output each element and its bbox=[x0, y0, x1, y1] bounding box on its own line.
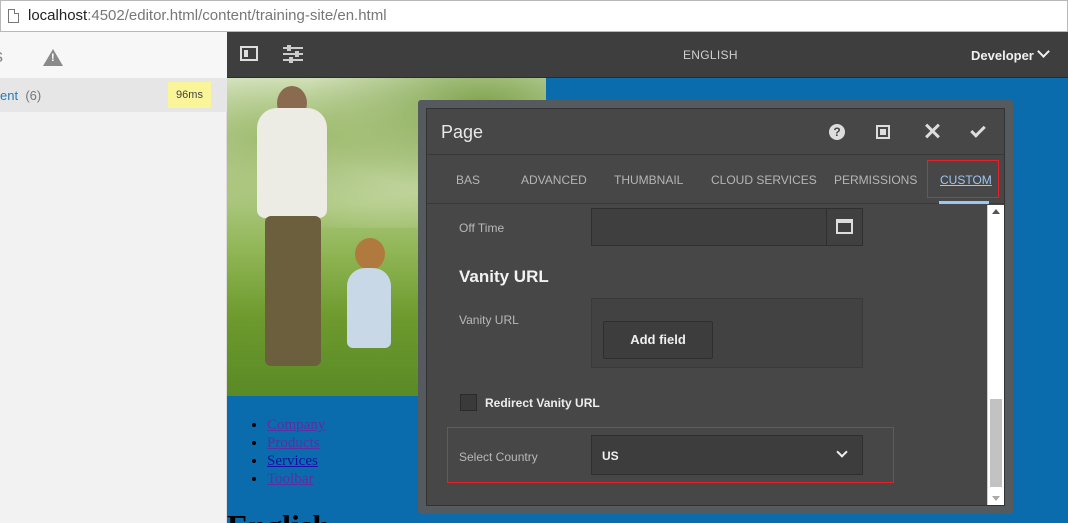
mode-selector[interactable]: Developer bbox=[971, 48, 1034, 63]
chevron-down-icon[interactable] bbox=[1037, 45, 1050, 58]
off-time-label: Off Time bbox=[459, 221, 505, 235]
page-nav: Company Products Services Toolbar bbox=[247, 416, 325, 488]
nav-link-services[interactable]: Services bbox=[267, 453, 318, 469]
side-panel: s ! ent (6) 96ms bbox=[0, 32, 227, 523]
nav-item: Toolbar bbox=[267, 470, 325, 488]
scrollbar-thumb[interactable] bbox=[990, 399, 1002, 487]
page-icon bbox=[8, 9, 19, 23]
country-select[interactable]: US bbox=[591, 435, 863, 475]
side-panel-toolbar: s ! bbox=[0, 32, 227, 78]
country-select-value: US bbox=[602, 449, 619, 463]
nav-link-products[interactable]: Products bbox=[267, 435, 320, 451]
dialog-content: Off Time Vanity URL Vanity URL Add field… bbox=[427, 205, 987, 505]
active-tab-indicator bbox=[939, 201, 989, 204]
url-host: localhost bbox=[28, 7, 88, 24]
vanity-url-multifield: Add field bbox=[591, 298, 863, 368]
scroll-up-icon[interactable] bbox=[992, 209, 1000, 214]
list-item-label[interactable]: ent (6) bbox=[0, 88, 41, 103]
warning-icon[interactable]: ! bbox=[43, 49, 63, 66]
toggle-side-panel-icon[interactable] bbox=[240, 46, 258, 61]
help-icon[interactable]: ? bbox=[829, 124, 845, 140]
fullscreen-icon[interactable] bbox=[876, 125, 890, 139]
list-item-count: (6) bbox=[25, 88, 42, 103]
close-icon[interactable] bbox=[923, 122, 941, 140]
address-bar[interactable]: localhost:4502/editor.html/content/train… bbox=[0, 0, 1068, 32]
page-heading: English bbox=[227, 508, 330, 523]
date-picker-button[interactable] bbox=[826, 209, 862, 245]
vanity-section-title: Vanity URL bbox=[459, 267, 549, 286]
chevron-down-icon bbox=[836, 446, 848, 458]
tab-permissions[interactable]: PERMISSIONS bbox=[834, 173, 917, 187]
page-title: ENGLISH bbox=[683, 48, 738, 62]
vanity-url-label: Vanity URL bbox=[459, 313, 519, 327]
tab-advanced[interactable]: ADVANCED bbox=[521, 173, 587, 187]
dialog-tabs: BAS ADVANCED THUMBNAIL CLOUD SERVICES PE… bbox=[427, 156, 1004, 204]
editor-toolbar: ENGLISH Developer bbox=[227, 32, 1068, 78]
calendar-icon bbox=[836, 219, 853, 234]
scroll-down-icon[interactable] bbox=[992, 496, 1000, 501]
list-item[interactable]: ent (6) 96ms bbox=[0, 78, 227, 112]
nav-link-company[interactable]: Company bbox=[267, 417, 325, 433]
page-properties-icon[interactable] bbox=[283, 45, 303, 63]
select-country-label: Select Country bbox=[459, 450, 538, 464]
nav-item: Products bbox=[267, 434, 325, 452]
tab-cloud-services[interactable]: CLOUD SERVICES bbox=[711, 173, 817, 187]
tab-basic[interactable]: BAS bbox=[456, 173, 480, 187]
nav-item: Company bbox=[267, 416, 325, 434]
redirect-vanity-checkbox[interactable] bbox=[460, 394, 477, 411]
page-properties-dialog: Page ? BAS ADVANCED THUMBNAIL CLOUD SERV… bbox=[426, 108, 1005, 506]
dialog-title: Page bbox=[441, 122, 484, 142]
add-field-button[interactable]: Add field bbox=[603, 321, 713, 359]
tab-thumbnail[interactable]: THUMBNAIL bbox=[614, 173, 683, 187]
dialog-header: Page ? bbox=[427, 109, 1004, 155]
url-text[interactable]: localhost:4502/editor.html/content/train… bbox=[28, 7, 387, 24]
url-path: :4502/editor.html/content/training-site/… bbox=[87, 7, 387, 24]
done-icon[interactable] bbox=[970, 122, 986, 138]
tab-highlight-box bbox=[927, 160, 999, 198]
side-panel-partial-label: s bbox=[0, 46, 3, 67]
dialog-scrollbar[interactable] bbox=[987, 205, 1004, 505]
timing-badge: 96ms bbox=[168, 82, 211, 108]
nav-item: Services bbox=[267, 452, 325, 470]
list-item-text: ent bbox=[0, 88, 19, 103]
off-time-input[interactable] bbox=[591, 208, 863, 246]
redirect-vanity-label[interactable]: Redirect Vanity URL bbox=[485, 396, 600, 410]
nav-link-toolbar[interactable]: Toolbar bbox=[267, 471, 313, 487]
